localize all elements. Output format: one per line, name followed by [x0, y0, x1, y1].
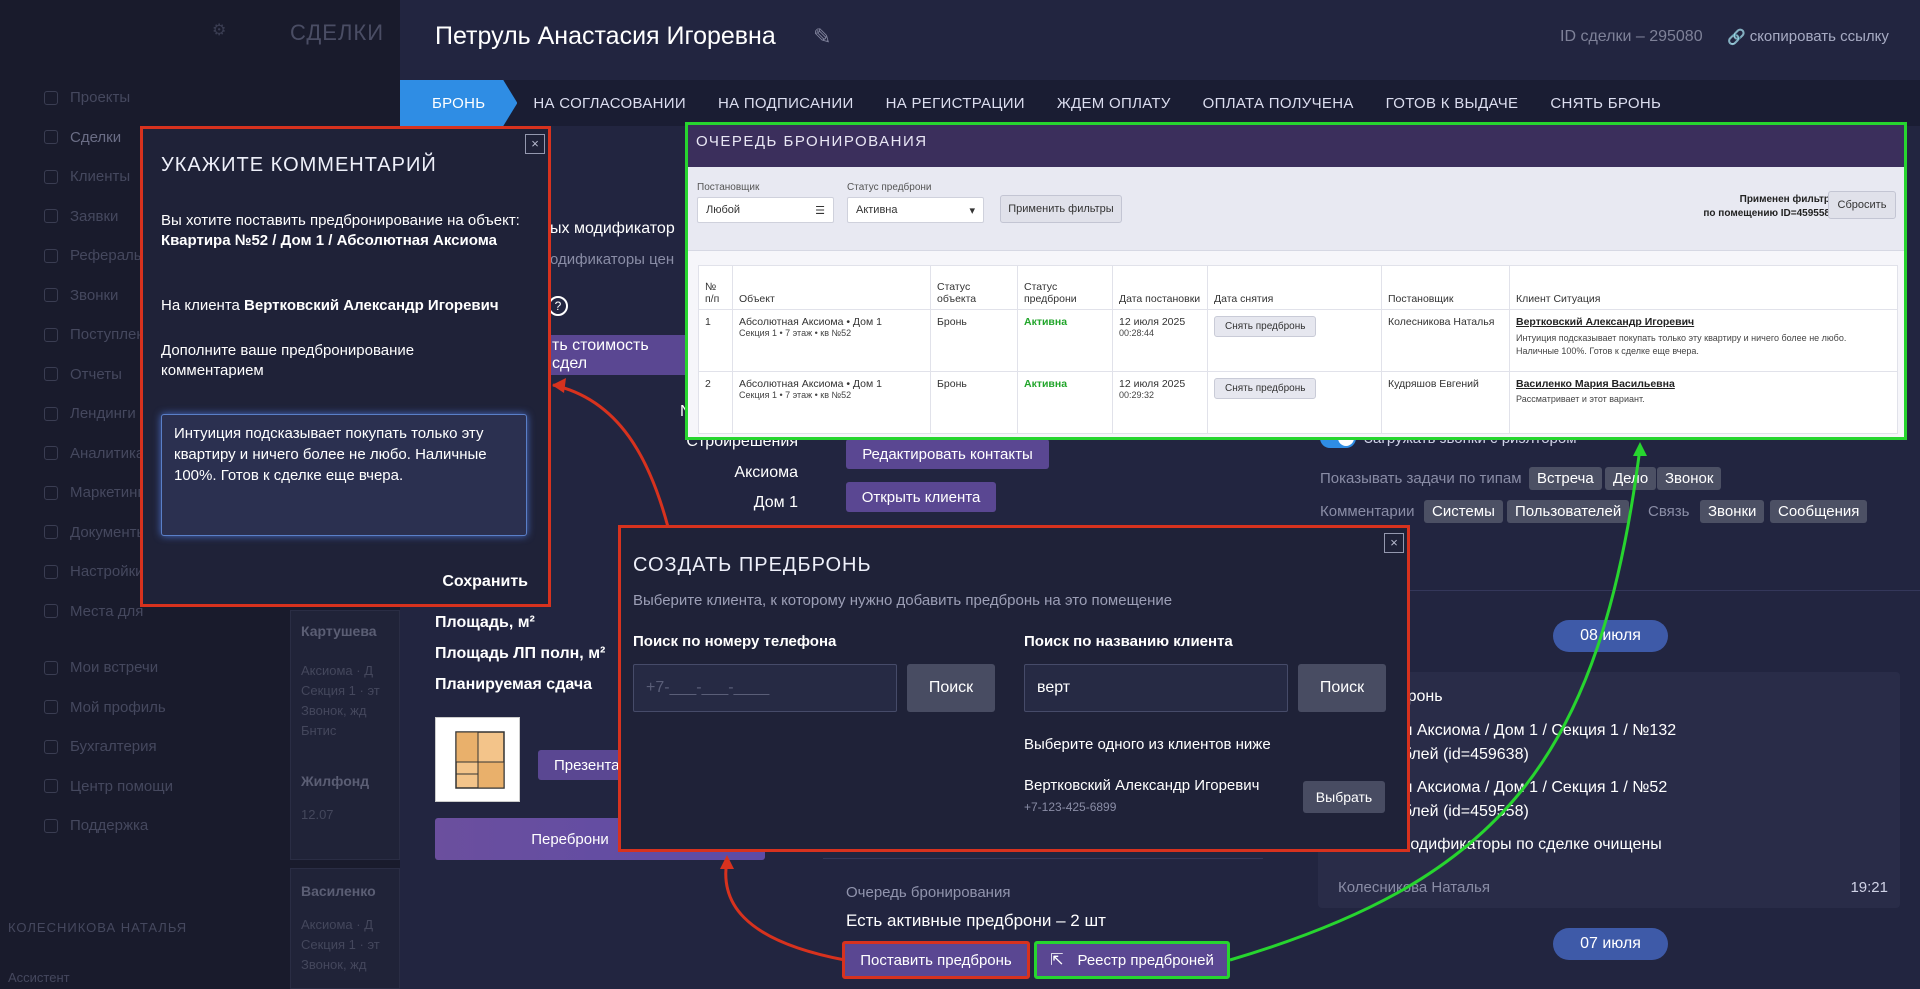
col-header: Объект — [732, 265, 931, 310]
choose-client-text: Выберите одного из клиентов ниже — [1024, 736, 1271, 753]
close-icon[interactable]: × — [525, 134, 545, 154]
col-header: Статус объекта — [930, 265, 1018, 310]
filter-placer-select[interactable]: Любой ☰ — [697, 197, 834, 223]
row-remove: Снять предбронь — [1207, 371, 1382, 434]
name-search-button[interactable]: Поиск — [1298, 664, 1386, 712]
col-header: Клиент Ситуация — [1509, 265, 1898, 310]
row-number: 1 — [698, 309, 733, 372]
create-prebook-dialog: × СОЗДАТЬ ПРЕДБРОНЬ Выберите клиента, к … — [618, 525, 1410, 852]
queue-table: № п/п Объект Статус объекта Статус предб… — [698, 265, 1898, 434]
name-search-label: Поиск по названию клиента — [1024, 633, 1233, 650]
row-date: 12 июля 2025 00:28:44 — [1112, 309, 1208, 372]
chevron-down-icon: ▾ — [969, 204, 975, 217]
phone-search-button[interactable]: Поиск — [907, 664, 995, 712]
row-remove: Снять предбронь — [1207, 309, 1382, 372]
col-header: Дата постановки — [1112, 265, 1208, 310]
dialog-subtitle: Выберите клиента, к которому нужно добав… — [633, 592, 1173, 609]
dialog-object-text: Вы хотите поставить предбронирование на … — [161, 211, 531, 251]
object-sub: Секция 1 • 7 этаж • кв №52 — [739, 390, 852, 400]
list-icon: ☰ — [815, 204, 825, 217]
time: 00:28:44 — [1119, 328, 1155, 338]
row-object-status: Бронь — [930, 371, 1018, 434]
dialog-title: СОЗДАТЬ ПРЕДБРОНЬ — [633, 554, 872, 576]
col-header: Дата снятия — [1207, 265, 1382, 310]
booking-queue-panel: ОЧЕРЕДЬ БРОНИРОВАНИЯ Постановщик Любой ☰ … — [685, 122, 1907, 440]
close-icon[interactable]: × — [1384, 533, 1404, 553]
row-client: Вертковский Александр Игоревич Интуиция п… — [1509, 309, 1898, 372]
object-sub: Секция 1 • 7 этаж • кв №52 — [739, 328, 852, 338]
queue-title: ОЧЕРЕДЬ БРОНИРОВАНИЯ — [688, 125, 1904, 167]
row-placer: Кудряшов Евгений — [1381, 371, 1510, 434]
table-row: 2 Абсолютная Аксиома • Дом 1 Секция 1 • 7… — [698, 371, 1898, 434]
client-text-prefix: На клиента — [161, 297, 245, 314]
object-name: Квартира №52 / Дом 1 / Абсолютная Аксиом… — [161, 232, 497, 249]
filter-placer-label: Постановщик — [697, 182, 760, 193]
comment-textarea[interactable]: Интуиция подсказывает покупать только эт… — [161, 414, 527, 536]
applied-filter-line: по помещению ID=459558 — [1703, 208, 1830, 219]
dialog-client-text: На клиента Вертковский Александр Игореви… — [161, 296, 531, 316]
filter-status-value: Активна — [856, 204, 898, 216]
queue-filters: Постановщик Любой ☰ Статус предброни Акти… — [688, 167, 1904, 251]
col-header: № п/п — [698, 265, 733, 310]
row-prebook-status: Активна — [1017, 371, 1113, 434]
found-client-name: Вертковский Александр Игоревич — [1024, 777, 1260, 794]
remove-prebook-button[interactable]: Снять предбронь — [1214, 316, 1317, 337]
phone-input[interactable]: +7-___-___-____ — [633, 664, 897, 712]
time: 00:29:32 — [1119, 390, 1155, 400]
object-name: Абсолютная Аксиома • Дом 1 — [739, 316, 882, 328]
client-link[interactable]: Вертковский Александр Игоревич — [1516, 316, 1891, 328]
applied-filter-note: Применен фильтр по помещению ID=459558 — [1703, 193, 1830, 221]
date: 12 июля 2025 — [1119, 378, 1186, 390]
row-client: Василенко Мария Васильевна Рассматривает … — [1509, 371, 1898, 434]
comment-dialog: × УКАЖИТЕ КОММЕНТАРИЙ Вы хотите поставит… — [140, 126, 551, 607]
row-number: 2 — [698, 371, 733, 434]
filter-status-select[interactable]: Активна ▾ — [847, 197, 984, 223]
phone-search-label: Поиск по номеру телефона — [633, 633, 837, 650]
situation: Интуиция подсказывает покупать только эт… — [1516, 333, 1847, 356]
table-row: 1 Абсолютная Аксиома • Дом 1 Секция 1 • 7… — [698, 309, 1898, 372]
row-prebook-status: Активна — [1017, 309, 1113, 372]
row-placer: Колесникова Наталья — [1381, 309, 1510, 372]
client-name: Вертковский Александр Игоревич — [244, 297, 499, 314]
dialog-hint: Дополните ваше предбронирование коммента… — [161, 342, 415, 379]
row-date: 12 июля 2025 00:29:32 — [1112, 371, 1208, 434]
apply-filters-button[interactable]: Применить фильтры — [1000, 195, 1122, 223]
situation: Рассматривает и этот вариант. — [1516, 394, 1645, 404]
col-header: Постановщик — [1381, 265, 1510, 310]
dialog-title: УКАЖИТЕ КОММЕНТАРИЙ — [161, 154, 437, 176]
filter-placer-value: Любой — [706, 204, 741, 216]
row-object: Абсолютная Аксиома • Дом 1 Секция 1 • 7 э… — [732, 309, 931, 372]
choose-client-button[interactable]: Выбрать — [1303, 781, 1385, 813]
applied-filter-line: Применен фильтр — [1739, 194, 1830, 205]
row-object-status: Бронь — [930, 309, 1018, 372]
remove-prebook-button[interactable]: Снять предбронь — [1214, 378, 1317, 399]
filter-status-label: Статус предброни — [847, 182, 932, 193]
client-link[interactable]: Василенко Мария Васильевна — [1516, 378, 1891, 390]
reset-filter-button[interactable]: Сбросить — [1828, 191, 1896, 219]
save-button[interactable]: Сохранить — [442, 573, 528, 591]
col-header: Статус предброни — [1017, 265, 1113, 310]
object-name: Абсолютная Аксиома • Дом 1 — [739, 378, 882, 390]
object-text-prefix: Вы хотите поставить предбронирование на … — [161, 212, 520, 229]
row-object: Абсолютная Аксиома • Дом 1 Секция 1 • 7 э… — [732, 371, 931, 434]
date: 12 июля 2025 — [1119, 316, 1186, 328]
name-input[interactable]: верт — [1024, 664, 1288, 712]
found-client-phone: +7-123-425-6899 — [1024, 800, 1117, 814]
